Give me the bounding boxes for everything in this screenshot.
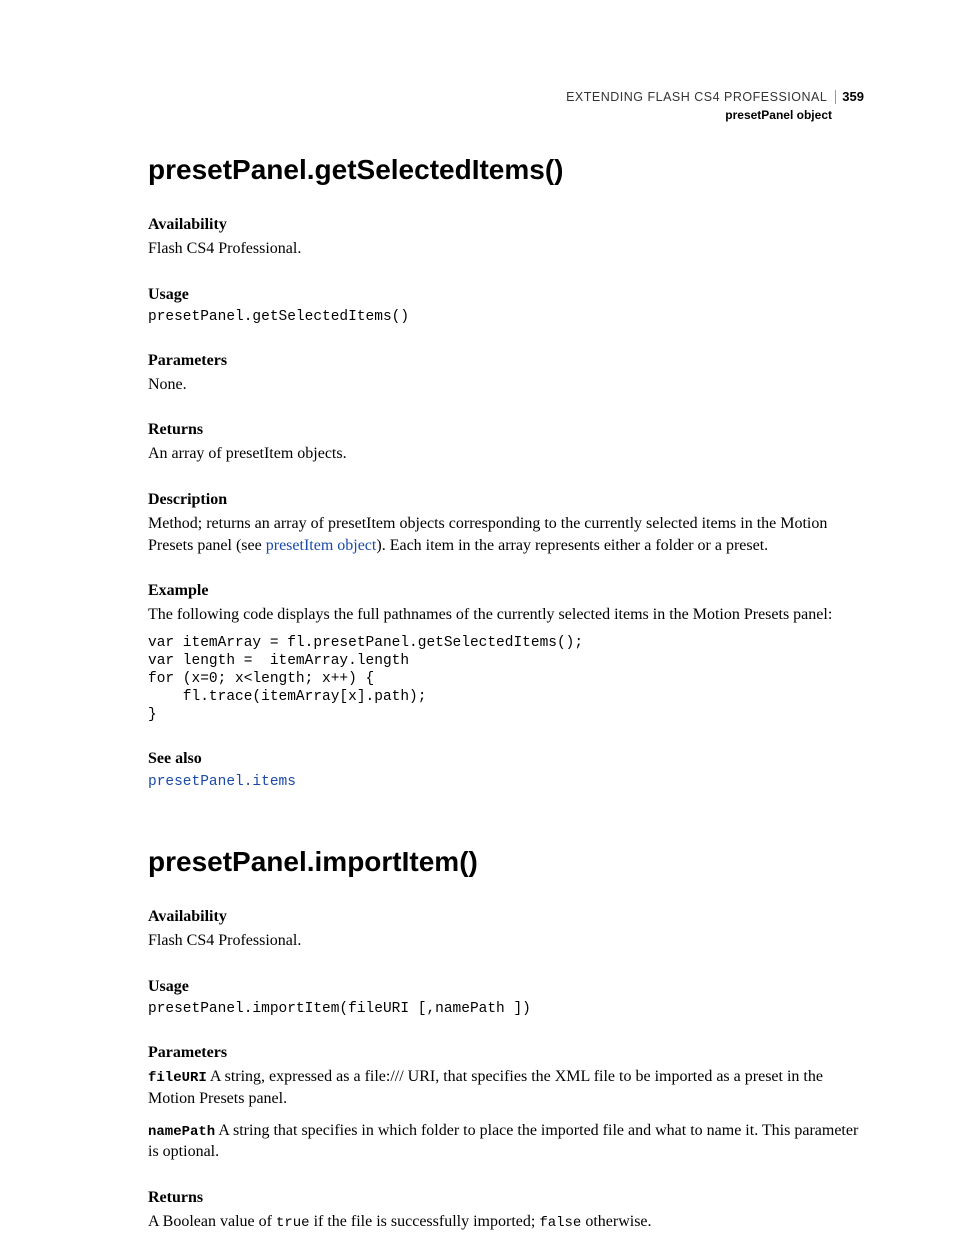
availability-label-2: Availability (148, 908, 864, 926)
availability-text: Flash CS4 Professional. (148, 238, 864, 260)
running-header: EXTENDING FLASH CS4 PROFESSIONAL359 pres… (566, 88, 864, 122)
usage-label: Usage (148, 286, 864, 304)
code-false: false (539, 1215, 581, 1231)
param-fileuri: fileURI A string, expressed as a file://… (148, 1066, 864, 1109)
parameters-label: Parameters (148, 352, 864, 370)
parameters-text: None. (148, 374, 864, 396)
availability-text-2: Flash CS4 Professional. (148, 930, 864, 952)
page-number: 359 (836, 89, 864, 104)
code-true: true (276, 1215, 310, 1231)
returns-text: An array of presetItem objects. (148, 443, 864, 465)
param-name-namepath: namePath (148, 1124, 215, 1140)
example-label: Example (148, 582, 864, 600)
api-heading-importitem: presetPanel.importItem() (148, 846, 864, 878)
seealso-label: See also (148, 750, 864, 768)
usage-code: presetPanel.getSelectedItems() (148, 308, 864, 326)
example-code: var itemArray = fl.presetPanel.getSelect… (148, 634, 864, 725)
parameters-label-2: Parameters (148, 1044, 864, 1062)
presetitem-object-link[interactable]: presetItem object (266, 537, 377, 554)
doc-title: EXTENDING FLASH CS4 PROFESSIONAL (566, 90, 836, 104)
returns-text-2: A Boolean value of true if the file is s… (148, 1211, 864, 1233)
usage-code-2: presetPanel.importItem(fileURI [,namePat… (148, 1000, 864, 1018)
example-intro: The following code displays the full pat… (148, 604, 864, 626)
usage-label-2: Usage (148, 978, 864, 996)
availability-label: Availability (148, 216, 864, 234)
api-heading-getselecteditems: presetPanel.getSelectedItems() (148, 154, 864, 186)
seealso-link-items[interactable]: presetPanel.items (148, 774, 296, 790)
param-name-fileuri: fileURI (148, 1070, 207, 1086)
returns-label-2: Returns (148, 1189, 864, 1207)
param-namepath: namePath A string that specifies in whic… (148, 1120, 864, 1163)
description-label: Description (148, 491, 864, 509)
returns-label: Returns (148, 421, 864, 439)
description-text: Method; returns an array of presetItem o… (148, 513, 864, 556)
doc-subtitle: presetPanel object (566, 108, 840, 122)
